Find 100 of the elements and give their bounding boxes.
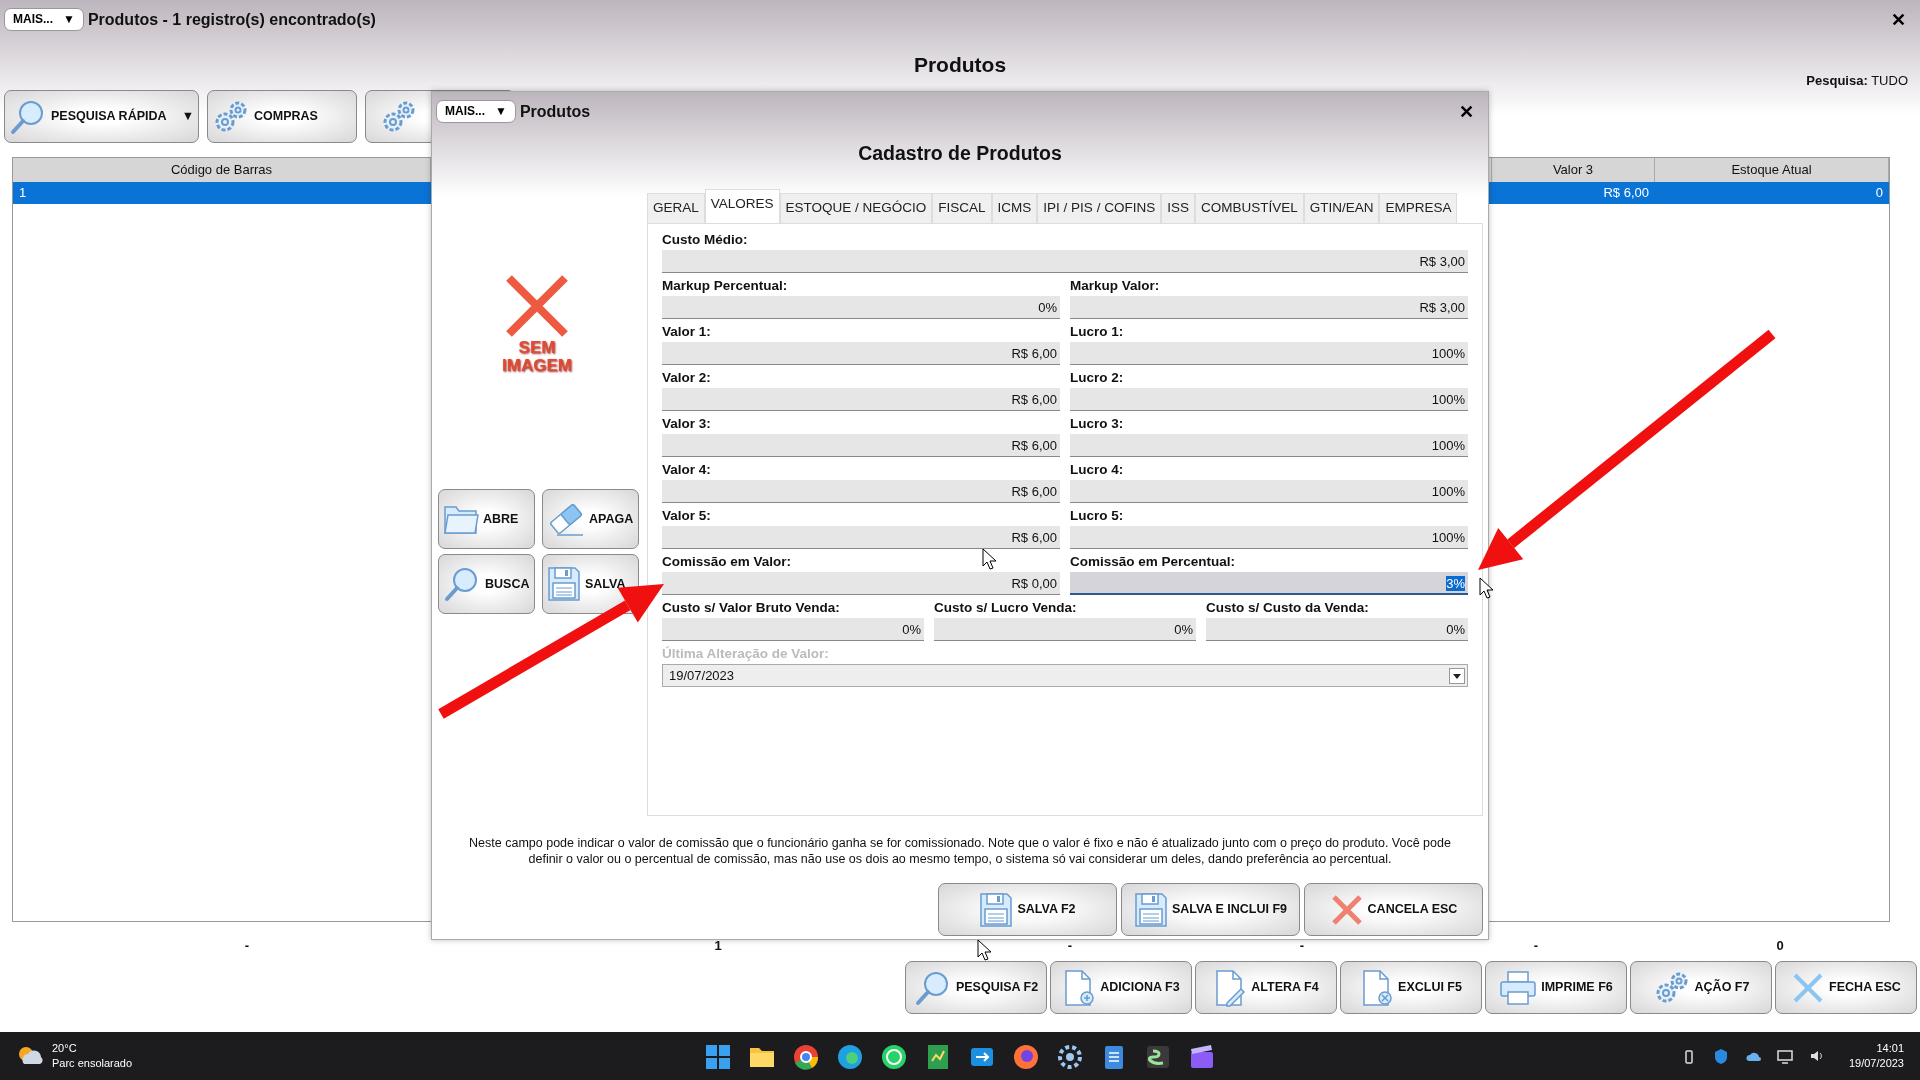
printer-icon: [1499, 969, 1538, 1006]
menu-button[interactable]: MAIS... ▼: [436, 100, 516, 123]
folder-icon: [443, 503, 479, 535]
field-label: Valor 2:: [662, 369, 711, 387]
input-field[interactable]: 0%: [934, 618, 1196, 641]
input-field[interactable]: 100%: [1070, 342, 1468, 365]
field-label: Valor 3:: [662, 415, 711, 433]
search-button[interactable]: PESQUISA RÁPIDA ▼: [4, 90, 199, 143]
caret-icon: [1449, 667, 1465, 684]
start-icon[interactable]: [704, 1043, 732, 1071]
input-field[interactable]: R$ 6,00: [662, 480, 1060, 503]
page-heading: Produtos: [913, 51, 1007, 78]
cursor-icon: [982, 548, 997, 570]
field-label: Lucro 5:: [1070, 507, 1124, 525]
input-field[interactable]: 100%: [1070, 388, 1468, 411]
toolbar-button[interactable]: FECHA ESC: [1775, 961, 1917, 1014]
field-label: Lucro 3:: [1070, 415, 1124, 433]
total-value: -: [1533, 938, 1539, 954]
image-action-button[interactable]: BUSCA: [438, 554, 535, 614]
clock-date[interactable]: 19/07/2023: [1848, 1056, 1904, 1071]
tab[interactable]: EMPRESA: [1379, 193, 1458, 223]
input-field[interactable]: R$ 6,00: [662, 526, 1060, 549]
toolbar-button[interactable]: AÇÃO F7: [1630, 961, 1772, 1014]
close-button[interactable]: ✕: [1881, 10, 1916, 29]
temperature-label: 20°C: [52, 1041, 78, 1056]
document-cross-icon: [1360, 968, 1395, 1007]
image-action-button[interactable]: SALVA: [542, 554, 639, 614]
gear-icon[interactable]: [1056, 1043, 1084, 1071]
field-label: Custo s/ Lucro Venda:: [934, 599, 1077, 617]
field-label: Lucro 1:: [1070, 323, 1124, 341]
toolbar-button[interactable]: COMPRAS: [207, 90, 357, 143]
field-label: Valor 4:: [662, 461, 711, 479]
field-label: Última Alteração de Valor:: [662, 645, 829, 663]
input-field[interactable]: R$ 3,00: [1070, 296, 1468, 319]
shield-icon[interactable]: [1712, 1048, 1729, 1064]
total-value: -: [1067, 938, 1073, 954]
search-scope-label: Pesquisa: TUDO: [1806, 71, 1909, 90]
tab[interactable]: ISS: [1161, 193, 1195, 223]
browser-icon[interactable]: [792, 1043, 820, 1071]
input-field[interactable]: 0%: [1206, 618, 1468, 641]
window-title: Produtos - 1 registro(s) encontrado(s): [87, 9, 376, 30]
browser-icon[interactable]: [1012, 1043, 1040, 1071]
input-field[interactable]: 100%: [1070, 434, 1468, 457]
tab[interactable]: FISCAL: [932, 193, 992, 223]
field-label: Custo Médio:: [662, 231, 748, 249]
window-title: Produtos: [519, 101, 591, 122]
field-label: Valor 5:: [662, 507, 711, 525]
clock-time[interactable]: 14:01: [1876, 1041, 1904, 1056]
field-label: Valor 1:: [662, 323, 711, 341]
field-label: Markup Valor:: [1070, 277, 1160, 295]
input-field[interactable]: R$ 3,00: [662, 250, 1468, 273]
toolbar-button[interactable]: ADICIONA F3: [1050, 961, 1192, 1014]
cancel-button[interactable]: CANCELA ESC: [1304, 883, 1483, 936]
total-value: 0: [1776, 938, 1784, 954]
tab[interactable]: GERAL: [647, 193, 705, 223]
input-field[interactable]: R$ 6,00: [662, 388, 1060, 411]
speaker-icon[interactable]: [1808, 1048, 1825, 1064]
dialog-heading: Cadastro de Produtos: [857, 140, 1063, 166]
document-pencil-icon: [1213, 968, 1248, 1007]
help-text: Neste campo pode indicar o valor de comissão que o funcionário ganha se for comissionado. Note que o valor é fixo e não é atualizado junto com o preço do produto. Você pode definir o valor ou o percentual de comissão, mas não use os dois ao mesmo tempo, o sistema só vai considerar um deles, dando preferência ao percentual.: [468, 835, 1452, 867]
monitor-icon[interactable]: [1776, 1048, 1793, 1064]
input-field[interactable]: 100%: [1070, 480, 1468, 503]
clapperboard-icon[interactable]: [1188, 1043, 1216, 1071]
browser-icon[interactable]: [836, 1043, 864, 1071]
tab[interactable]: VALORES: [704, 189, 780, 223]
input-field[interactable]: R$ 0,00: [662, 572, 1060, 595]
input-field[interactable]: 0%: [662, 618, 924, 641]
field-label: Markup Percentual:: [662, 277, 788, 295]
image-action-button[interactable]: APAGA: [542, 489, 639, 549]
tab[interactable]: ICMS: [991, 193, 1038, 223]
cross-icon: [1329, 892, 1364, 927]
toolbar-button[interactable]: IMPRIME F6: [1485, 961, 1627, 1014]
save-button[interactable]: SALVA F2: [938, 883, 1117, 936]
tab[interactable]: IPI / PIS / COFINS: [1037, 193, 1162, 223]
tab[interactable]: COMBUSTÍVEL: [1194, 193, 1304, 223]
image-action-button[interactable]: ABRE: [438, 489, 535, 549]
app-icon[interactable]: [1144, 1043, 1172, 1071]
placeholder-text: SEM IMAGEM: [501, 339, 573, 375]
tab[interactable]: GTIN/EAN: [1303, 193, 1380, 223]
toolbar-button[interactable]: PESQUISA F2: [905, 961, 1047, 1014]
input-field[interactable]: R$ 6,00: [662, 434, 1060, 457]
close-button[interactable]: ✕: [1449, 102, 1484, 121]
total-value: -: [1299, 938, 1305, 954]
field-label: Custo s/ Custo da Venda:: [1206, 599, 1369, 617]
cross-icon: [504, 273, 570, 339]
input-field[interactable]: 3%: [1070, 572, 1468, 595]
total-value: 1: [714, 938, 722, 954]
menu-button[interactable]: MAIS... ▼: [4, 8, 84, 31]
input-field[interactable]: 0%: [662, 296, 1060, 319]
weather-label: Parc ensolarado: [52, 1056, 133, 1071]
input-field[interactable]: R$ 6,00: [662, 342, 1060, 365]
toolbar-button[interactable]: ALTERA F4: [1195, 961, 1337, 1014]
field-label: Lucro 4:: [1070, 461, 1124, 479]
tab[interactable]: ESTOQUE / NEGÓCIO: [779, 193, 933, 223]
toolbar-button[interactable]: EXCLUI F5: [1340, 961, 1482, 1014]
field-label: Comissão em Valor:: [662, 553, 792, 571]
chat-icon[interactable]: [880, 1043, 908, 1071]
field-label: Comissão em Percentual:: [1070, 553, 1236, 571]
input-field[interactable]: 100%: [1070, 526, 1468, 549]
save-button[interactable]: SALVA E INCLUI F9: [1121, 883, 1300, 936]
